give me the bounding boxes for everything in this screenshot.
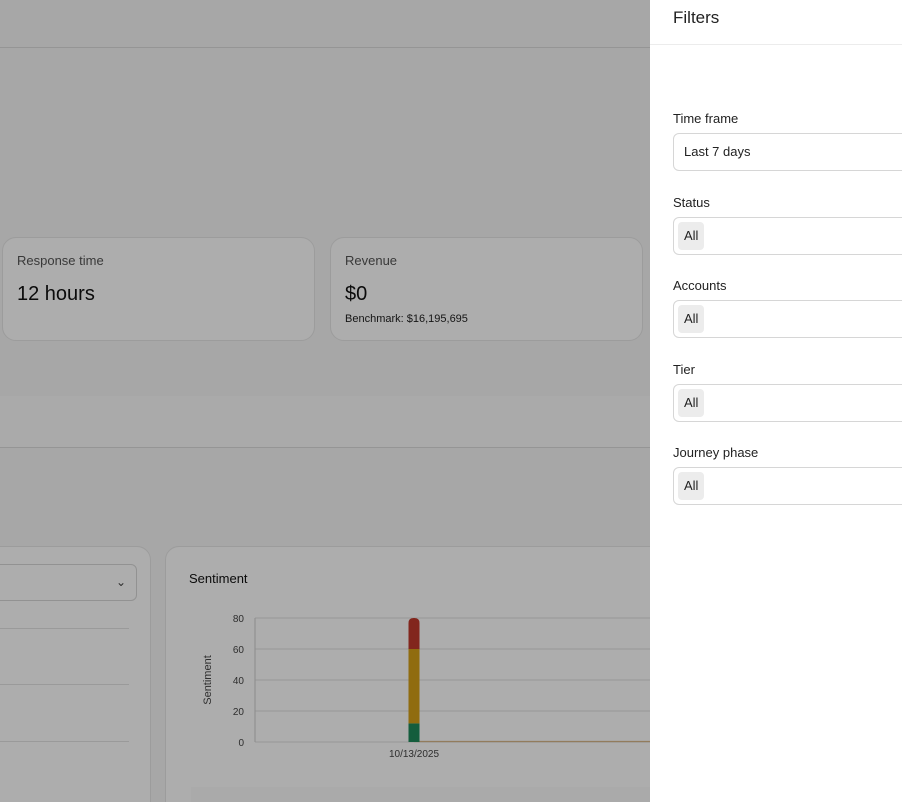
tier-select[interactable]: All	[673, 384, 902, 422]
journey-phase-label: Journey phase	[673, 445, 759, 460]
tier-label: Tier	[673, 362, 695, 377]
status-chip[interactable]: All	[678, 222, 705, 250]
timeframe-label: Time frame	[673, 111, 739, 126]
journey-phase-select[interactable]: All	[673, 467, 902, 505]
filters-panel: Filters Time frame Last 7 days Status Al…	[650, 0, 902, 802]
accounts-label: Accounts	[673, 278, 727, 293]
accounts-select[interactable]: All	[673, 300, 902, 338]
modal-overlay[interactable]	[0, 0, 650, 802]
tier-chip[interactable]: All	[678, 389, 705, 417]
status-select[interactable]: All	[673, 217, 902, 255]
filters-header: Filters	[650, 0, 902, 45]
timeframe-select[interactable]: Last 7 days	[673, 133, 902, 171]
status-label: Status	[673, 195, 710, 210]
timeframe-value: Last 7 days	[684, 144, 751, 159]
journey-phase-chip[interactable]: All	[678, 472, 705, 500]
accounts-chip[interactable]: All	[678, 305, 705, 333]
filters-title: Filters	[673, 8, 720, 27]
